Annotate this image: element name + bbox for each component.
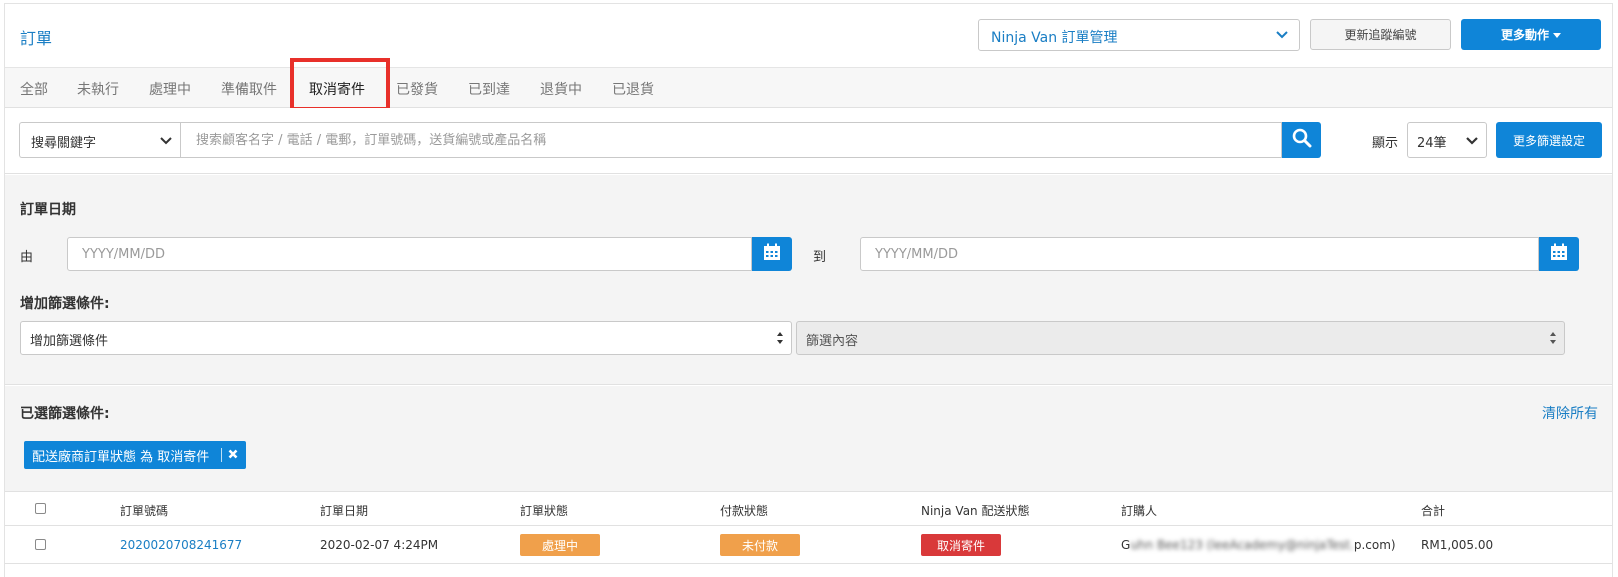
column-order-status: 訂單狀態 <box>520 504 569 518</box>
selected-filters-title: 已選篩選條件: <box>20 406 110 422</box>
payment-status-badge: 未付款 <box>720 534 800 556</box>
search-input[interactable] <box>180 122 1282 158</box>
page-size-value: 24筆 <box>1417 136 1447 151</box>
status-tabs: 全部 未執行 處理中 準備取件 取消寄件 已發貨 已到達 退貨中 已退貨 <box>5 68 1612 108</box>
delivery-status-badge: 取消寄件 <box>921 534 1001 556</box>
condition-select[interactable]: 增加篩選條件 <box>20 321 792 355</box>
calendar-icon <box>1550 243 1568 265</box>
column-total: 合計 <box>1421 504 1446 518</box>
more-actions-button[interactable]: 更多動作 <box>1461 19 1601 50</box>
page-title: 訂單 <box>20 29 53 48</box>
more-filters-button[interactable]: 更多篩選設定 <box>1496 122 1602 158</box>
remove-filter-icon[interactable] <box>228 448 238 463</box>
page-size-label: 顯示 <box>1372 136 1399 151</box>
table-header-row: 訂單號碼 訂單日期 訂單狀態 付款狀態 Ninja Van 配送狀態 訂購人 合… <box>5 492 1612 526</box>
tab-returning[interactable]: 退貨中 <box>540 79 582 99</box>
column-delivery-status: Ninja Van 配送狀態 <box>921 504 1030 518</box>
order-date: 2020-02-07 4:24PM <box>320 538 439 552</box>
chip-divider <box>221 448 223 462</box>
filter-chip-label: 配送廠商訂單狀態 為 取消寄件 <box>32 449 210 465</box>
table-row: 2020020708241677 2020-02-07 4:24PM 處理中 未… <box>5 526 1612 564</box>
tab-processing[interactable]: 處理中 <box>149 79 191 99</box>
calendar-icon <box>763 243 781 265</box>
orders-page: 訂單 Ninja Van 訂單管理 更新追蹤編號 更多動作 全部 未執行 處理中… <box>4 3 1613 577</box>
customer-redacted: uhn Bee123 (leeAcademy@ninjaTest. <box>1130 538 1354 552</box>
keyword-type-value: 搜尋關鍵字 <box>31 136 97 151</box>
tab-highlight-box <box>290 58 390 111</box>
condition-value-select-value: 篩選內容 <box>806 334 859 349</box>
chevron-down-icon <box>1275 29 1289 45</box>
tab-all[interactable]: 全部 <box>20 79 48 99</box>
filter-panel: 訂單日期 由 到 增加篩選條件: 增加篩選條件 篩選內容 <box>5 175 1612 385</box>
caret-down-icon <box>1553 28 1561 42</box>
date-from-calendar-button[interactable] <box>752 237 792 271</box>
page-header: 訂單 Ninja Van 訂單管理 更新追蹤編號 更多動作 <box>5 4 1612 68</box>
search-button[interactable] <box>1282 122 1321 158</box>
more-actions-label: 更多動作 <box>1500 28 1549 42</box>
selected-filters-panel: 已選篩選條件: 清除所有 配送廠商訂單狀態 為 取消寄件 <box>5 386 1612 492</box>
chevron-down-icon <box>160 135 172 150</box>
date-from-input[interactable] <box>67 237 752 271</box>
column-order-no: 訂單號碼 <box>120 504 169 518</box>
customer-prefix: G <box>1121 538 1131 552</box>
search-bar: 搜尋關鍵字 顯示 24筆 更多篩選設定 <box>5 108 1612 174</box>
tab-ready-pickup[interactable]: 準備取件 <box>221 79 277 99</box>
date-from-label: 由 <box>20 250 34 265</box>
update-tracking-button[interactable]: 更新追蹤編號 <box>1310 19 1451 50</box>
add-condition-title: 增加篩選條件: <box>20 296 110 312</box>
carrier-select-value: Ninja Van 訂單管理 <box>991 30 1118 46</box>
select-arrows-icon <box>1549 331 1557 349</box>
tab-arrived[interactable]: 已到達 <box>468 79 510 99</box>
customer-name: Guhn Bee123 (leeAcademy@ninjaTest.p.com) <box>1121 538 1396 552</box>
order-total: RM1,005.00 <box>1421 538 1494 552</box>
row-checkbox[interactable] <box>35 539 46 550</box>
condition-value-select[interactable]: 篩選內容 <box>796 321 1565 355</box>
tab-unfulfilled[interactable]: 未執行 <box>77 79 119 99</box>
chevron-down-icon <box>1466 135 1478 150</box>
page-size-select[interactable]: 24筆 <box>1407 122 1487 158</box>
search-icon <box>1292 128 1312 152</box>
order-date-title: 訂單日期 <box>20 202 76 218</box>
customer-suffix: p.com) <box>1353 538 1396 552</box>
column-order-date: 訂單日期 <box>320 504 369 518</box>
order-number-link[interactable]: 2020020708241677 <box>120 538 242 552</box>
filter-chip: 配送廠商訂單狀態 為 取消寄件 <box>24 441 247 469</box>
carrier-select[interactable]: Ninja Van 訂單管理 <box>978 19 1300 51</box>
condition-select-value: 增加篩選條件 <box>30 334 109 349</box>
date-to-input[interactable] <box>860 237 1539 271</box>
date-to-calendar-button[interactable] <box>1539 237 1579 271</box>
clear-all-link[interactable]: 清除所有 <box>1542 403 1598 423</box>
tab-shipped[interactable]: 已發貨 <box>396 79 438 99</box>
tab-returned[interactable]: 已退貨 <box>612 79 654 99</box>
column-customer: 訂購人 <box>1121 504 1158 518</box>
column-payment-status: 付款狀態 <box>720 504 769 518</box>
select-all-checkbox[interactable] <box>35 503 46 514</box>
select-arrows-icon <box>776 331 784 349</box>
keyword-type-select[interactable]: 搜尋關鍵字 <box>19 122 180 158</box>
order-status-badge: 處理中 <box>520 534 600 556</box>
date-to-label: 到 <box>813 250 827 265</box>
